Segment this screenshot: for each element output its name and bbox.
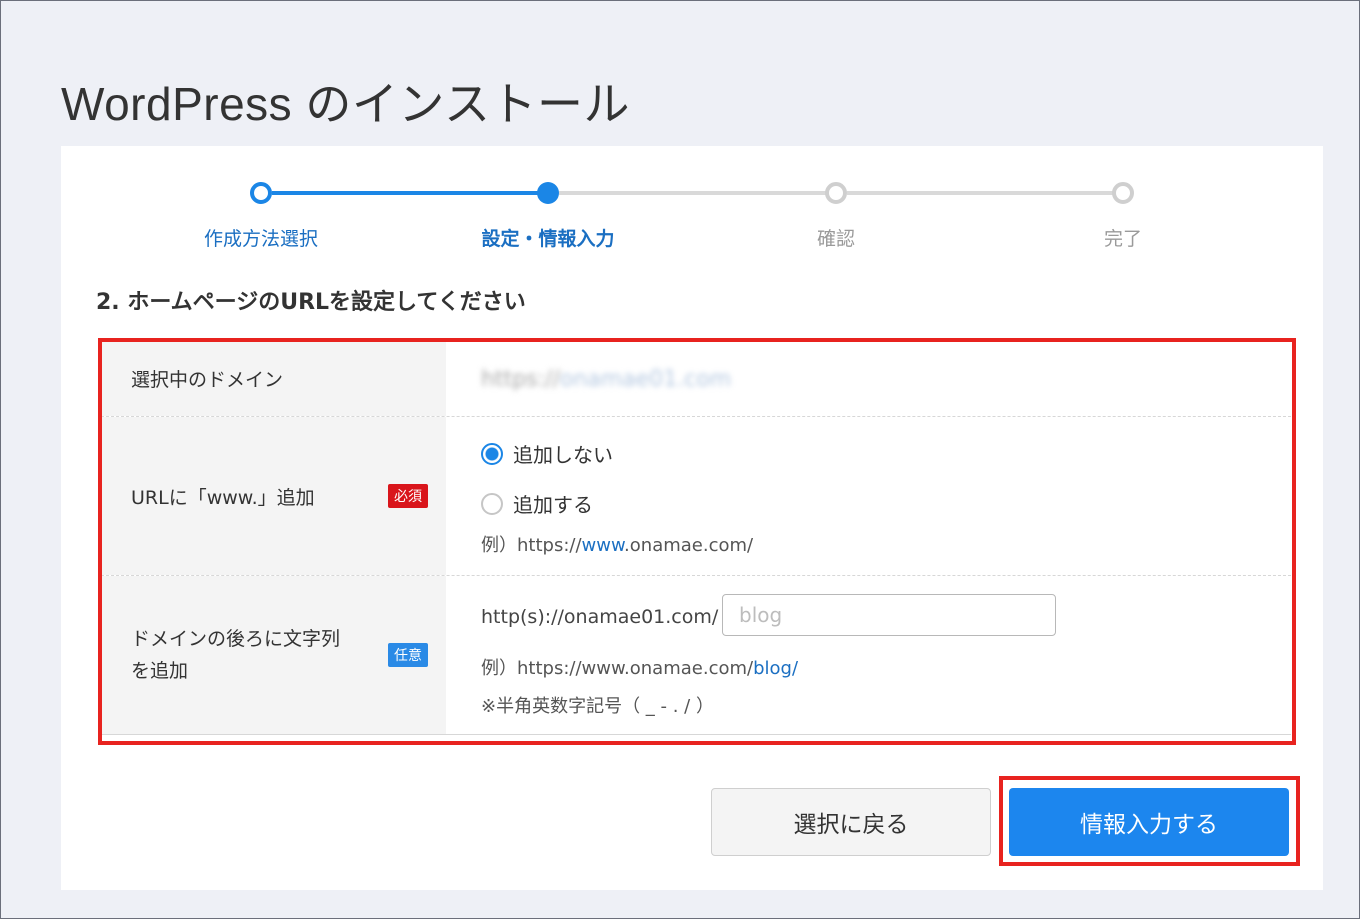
path-row-label: ドメインの後ろに文字列 を追加 [131, 623, 340, 687]
stepper-line-3 [847, 191, 1123, 195]
step-1-dot [250, 182, 272, 204]
step-4-label: 完了 [1103, 228, 1142, 250]
step-2-dot [537, 182, 559, 204]
required-badge: 必須 [388, 484, 428, 508]
back-to-selection-button[interactable]: 選択に戻る [711, 788, 991, 856]
www-row-header: URLに「www.」追加 必須 [101, 417, 446, 575]
step-4-dot [1112, 182, 1134, 204]
progress-stepper: 作成方法選択 設定・情報入力 確認 完了 [61, 146, 1323, 266]
path-row: ドメインの後ろに文字列 を追加 任意 http(s)://onamae01.co… [101, 576, 1291, 735]
step-3-dot [825, 182, 847, 204]
path-row-value: http(s)://onamae01.com/ 例）https://www.on… [446, 576, 1291, 734]
page-title: WordPress のインストール [61, 77, 631, 130]
stepper-line-2 [559, 191, 835, 195]
radio-add-www-label[interactable]: 追加する [513, 489, 593, 518]
path-note: ※半角英数字記号（ _ - . / ） [481, 696, 714, 717]
section-heading: 2. ホームページのURLを設定してください [96, 290, 526, 315]
radio-selected-icon[interactable] [481, 442, 503, 465]
www-row: URLに「www.」追加 必須 追加しない 追加する 例）https://www… [101, 417, 1291, 576]
domain-name: onamae01.com [559, 367, 732, 392]
path-row-label-line1: ドメインの後ろに文字列 [131, 628, 341, 650]
install-card: 作成方法選択 設定・情報入力 確認 完了 2. ホームページのURLを設定してく… [61, 146, 1323, 890]
radio-unselected-icon[interactable] [481, 492, 503, 515]
path-row-header: ドメインの後ろに文字列 を追加 任意 [101, 576, 446, 734]
domain-row: 選択中のドメイン https://onamae01.com [101, 341, 1291, 417]
www-example-highlight: www [581, 535, 625, 556]
url-settings-form: 選択中のドメイン https://onamae01.com URLに「www.」… [101, 341, 1291, 735]
selected-domain-value: https://onamae01.com [481, 367, 731, 392]
radio-no-www[interactable]: 追加しない [481, 439, 613, 468]
www-row-label: URLに「www.」追加 [131, 486, 315, 509]
optional-badge: 任意 [388, 643, 428, 667]
path-row-label-line2: を追加 [131, 660, 189, 682]
path-example-prefix: 例）https://www.onamae.com/ [481, 658, 754, 679]
www-example-prefix: 例）https:// [481, 535, 582, 556]
domain-row-label: 選択中のドメイン [131, 369, 284, 391]
www-row-value: 追加しない 追加する 例）https://www.onamae.com/ [446, 417, 1291, 575]
enter-info-button[interactable]: 情報入力する [1009, 788, 1289, 856]
url-prefix: http(s)://onamae01.com/ [481, 606, 719, 628]
step-1-label: 作成方法選択 [203, 228, 318, 250]
path-input[interactable] [722, 594, 1056, 636]
radio-no-www-label[interactable]: 追加しない [513, 439, 613, 468]
radio-add-www[interactable]: 追加する [481, 489, 593, 518]
step-3-label: 確認 [816, 228, 855, 250]
domain-row-header: 選択中のドメイン [101, 341, 446, 416]
www-example-suffix: .onamae.com/ [624, 535, 754, 556]
stepper-line-1 [272, 191, 548, 195]
path-example: 例）https://www.onamae.com/blog/ [481, 654, 798, 680]
path-example-highlight: blog/ [753, 658, 799, 679]
www-example: 例）https://www.onamae.com/ [481, 531, 753, 557]
domain-scheme: https:// [481, 367, 560, 392]
step-2-label: 設定・情報入力 [481, 228, 615, 250]
domain-row-value: https://onamae01.com [446, 341, 1291, 416]
